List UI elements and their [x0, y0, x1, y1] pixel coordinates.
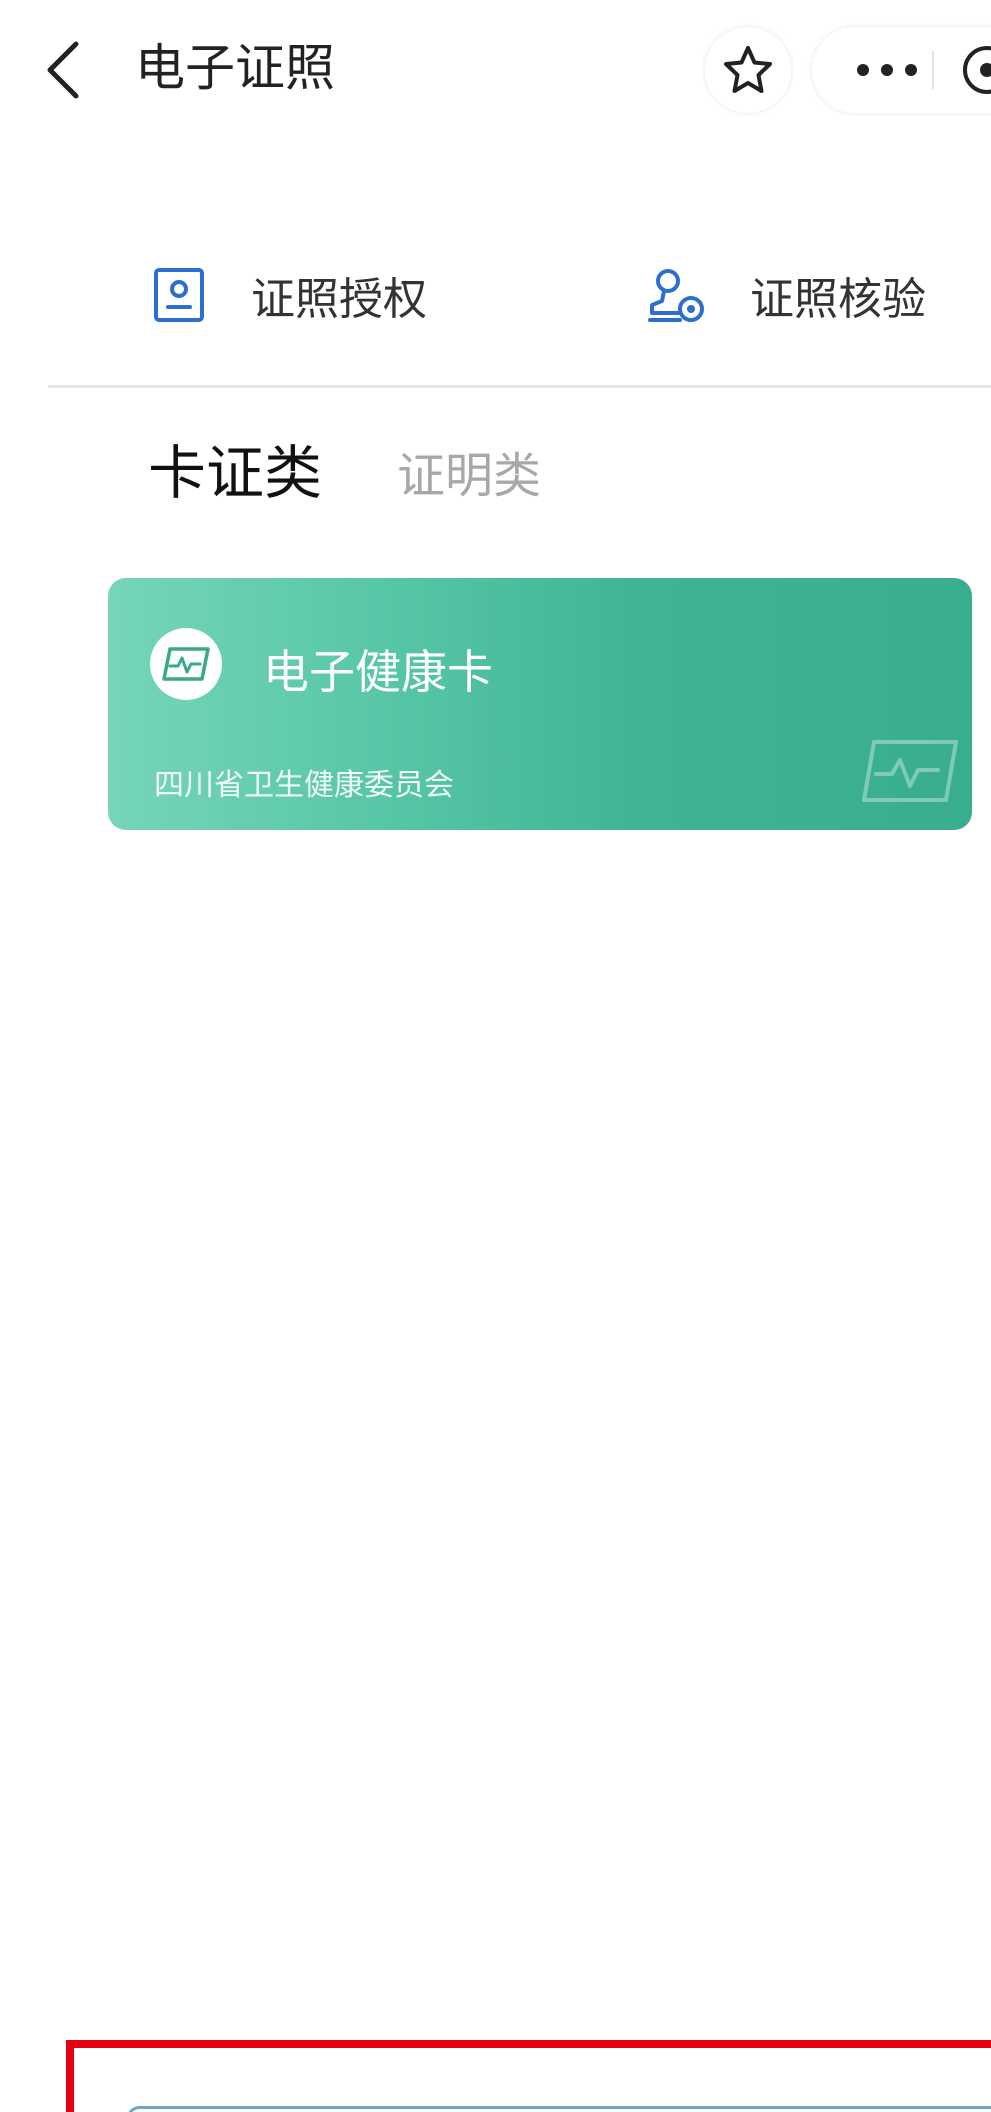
page-title: 电子证照	[135, 39, 335, 97]
license-verify-label: 证照核验	[750, 274, 926, 325]
health-card[interactable]: 电子健康卡 四川省卫生健康委员会	[108, 578, 972, 830]
id-card-icon	[154, 268, 204, 322]
license-authorize-label: 证照授权	[251, 274, 427, 325]
chevron-left-icon	[47, 41, 79, 99]
page: 电子证照 证照授权 证照核验 卡证类 证明类 电子健康卡 四川省卫生健康委员会	[0, 0, 991, 2112]
capsule-divider	[932, 51, 934, 89]
bottom-action-button[interactable]	[126, 2106, 991, 2112]
license-actions: 证照授权 证照核验	[48, 240, 991, 350]
license-tabs: 卡证类 证明类	[148, 430, 541, 510]
favorite-button[interactable]	[705, 27, 791, 113]
more-dots-icon	[857, 64, 917, 76]
header-bar: 电子证照	[0, 0, 991, 140]
stamp-icon	[648, 269, 704, 322]
close-circle-icon	[963, 46, 991, 94]
health-card-watermark-icon	[862, 740, 958, 802]
license-authorize-button[interactable]: 证照授权	[153, 240, 427, 350]
health-card-icon	[162, 647, 210, 681]
mini-program-capsule	[812, 27, 991, 113]
card-issuer: 四川省卫生健康委员会	[154, 768, 454, 803]
more-button[interactable]	[832, 27, 942, 113]
tab-cards[interactable]: 卡证类	[148, 426, 322, 510]
card-logo	[150, 628, 222, 700]
back-button[interactable]	[40, 30, 90, 110]
star-icon	[724, 46, 772, 93]
close-button[interactable]	[960, 27, 991, 113]
tab-certificates[interactable]: 证明类	[397, 436, 541, 510]
highlight-box	[66, 2040, 991, 2112]
card-title: 电子健康卡	[263, 645, 493, 699]
license-verify-button[interactable]: 证照核验	[646, 240, 926, 350]
section-divider	[48, 385, 991, 388]
